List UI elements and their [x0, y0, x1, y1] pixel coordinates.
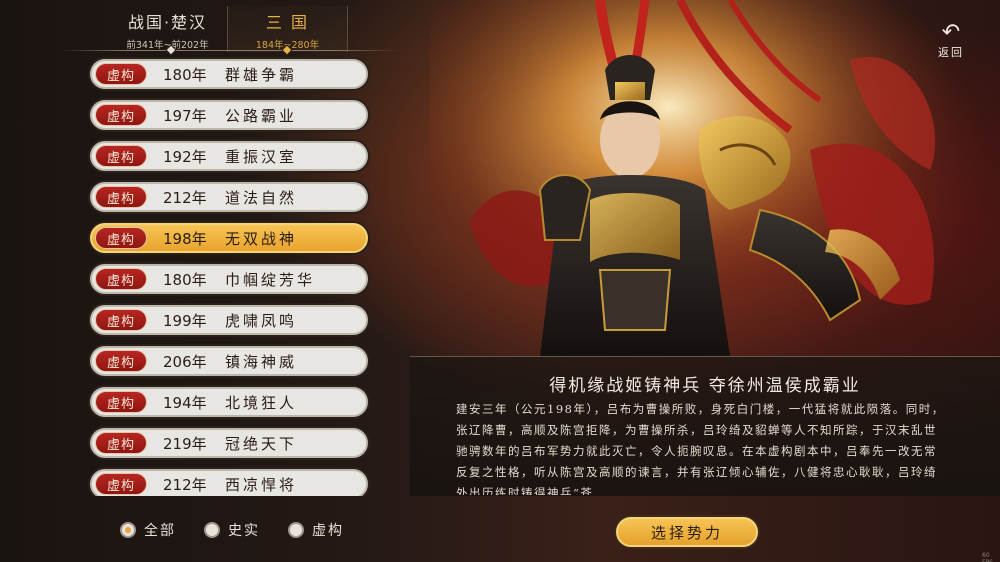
scenario-title: 无双战神 [225, 229, 298, 248]
tab-warring-states[interactable]: 战国·楚汉 前341年~前202年 [108, 6, 227, 52]
scenario-item[interactable]: 虚构 180年 巾帼绽芳华 [90, 264, 368, 294]
scenario-title: 重振汉室 [225, 147, 298, 166]
scenario-item[interactable]: 虚构 206年 镇海神威 [90, 346, 368, 376]
scenario-year: 194年 [163, 393, 207, 412]
scenario-title: 道法自然 [225, 188, 298, 207]
scenario-year: 219年 [163, 434, 207, 453]
scenario-year: 197年 [163, 106, 207, 125]
scenario-title: 西凉悍将 [225, 475, 298, 494]
scenario-title: 群雄争霸 [225, 65, 298, 84]
scenario-year: 198年 [163, 229, 207, 248]
scenario-description-title: 得机缘战姬铸神兵 夺徐州温侯成霸业 [549, 376, 861, 396]
fps-counter: 60 FPS [982, 552, 993, 562]
back-button[interactable]: ↶ 返回 [930, 22, 972, 62]
select-faction-button[interactable]: 选择势力 [616, 517, 758, 547]
hero-portrait [430, 0, 960, 356]
filter-label: 史实 [228, 523, 260, 539]
scenario-title: 镇海神威 [225, 352, 298, 371]
scenario-year: 212年 [163, 188, 207, 207]
scenario-title: 巾帼绽芳华 [225, 270, 316, 289]
filter-label: 全部 [144, 523, 176, 539]
fiction-badge: 虚构 [95, 145, 147, 167]
scenario-description-panel: 得机缘战姬铸神兵 夺徐州温侯成霸业 建安三年（公元198年），吕布为曹操所败，身… [410, 356, 1000, 496]
radio-checked-icon[interactable] [120, 522, 136, 538]
era-tabs: 战国·楚汉 前341年~前202年 三 国 184年~280年 [108, 6, 348, 52]
scenario-year: 180年 [163, 270, 207, 289]
scenario-item[interactable]: 虚构 212年 西凉悍将 [90, 469, 368, 496]
scenario-year: 192年 [163, 147, 207, 166]
fiction-badge: 虚构 [95, 104, 147, 126]
fiction-badge: 虚构 [95, 309, 147, 331]
fiction-badge: 虚构 [95, 268, 147, 290]
scenario-year: 206年 [163, 352, 207, 371]
scenario-title: 北境狂人 [225, 393, 298, 412]
fiction-badge: 虚构 [95, 432, 147, 454]
scenario-item-selected[interactable]: 虚构 198年 无双战神 [90, 223, 368, 253]
era-name: 战国·楚汉 [127, 13, 208, 32]
scenario-item[interactable]: 虚构 192年 重振汉室 [90, 141, 368, 171]
era-divider [60, 50, 400, 51]
scenario-item[interactable]: 虚构 212年 道法自然 [90, 182, 368, 212]
scenario-year: 180年 [163, 65, 207, 84]
fiction-badge: 虚构 [95, 63, 147, 85]
scenario-description-body[interactable]: 建安三年（公元198年），吕布为曹操所败，身死白门楼，一代猛将就此陨落。同时，张… [456, 399, 946, 495]
scenario-title: 冠绝天下 [225, 434, 298, 453]
fiction-badge: 虚构 [95, 473, 147, 495]
filter-historical[interactable]: 史实 [204, 520, 260, 540]
fiction-badge: 虚构 [95, 350, 147, 372]
scenario-item[interactable]: 虚构 197年 公路霸业 [90, 100, 368, 130]
scenario-filter: 全部 史实 虚构 [120, 520, 372, 540]
scenario-title: 公路霸业 [225, 106, 298, 125]
scenario-item[interactable]: 虚构 194年 北境狂人 [90, 387, 368, 417]
scenario-list[interactable]: 虚构 180年 群雄争霸 虚构 197年 公路霸业 虚构 192年 重振汉室 虚… [86, 56, 376, 496]
fiction-badge: 虚构 [95, 227, 147, 249]
filter-label: 虚构 [312, 523, 344, 539]
fiction-badge: 虚构 [95, 186, 147, 208]
scenario-title: 虎啸凤鸣 [225, 311, 298, 330]
back-label: 返回 [938, 46, 964, 59]
scenario-item[interactable]: 虚构 180年 群雄争霸 [90, 59, 368, 89]
return-arrow-icon: ↶ [941, 20, 961, 45]
scenario-year: 212年 [163, 475, 207, 494]
scenario-item[interactable]: 虚构 219年 冠绝天下 [90, 428, 368, 458]
scenario-item[interactable]: 虚构 199年 虎啸凤鸣 [90, 305, 368, 335]
radio-icon[interactable] [288, 522, 304, 538]
scenario-year: 199年 [163, 311, 207, 330]
filter-fictional[interactable]: 虚构 [288, 520, 344, 540]
filter-all[interactable]: 全部 [120, 520, 176, 540]
radio-icon[interactable] [204, 522, 220, 538]
fiction-badge: 虚构 [95, 391, 147, 413]
era-name: 三 国 [265, 13, 310, 32]
